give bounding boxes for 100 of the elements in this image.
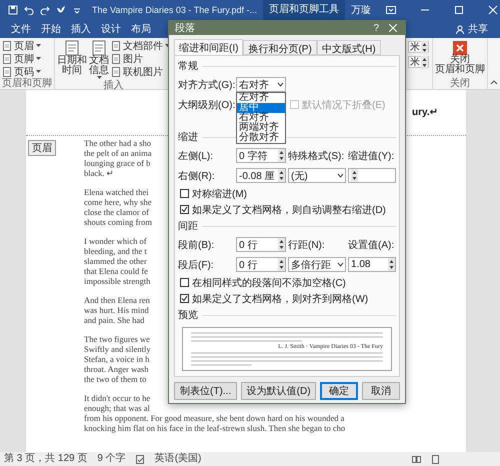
text-line: impossible strength (84, 276, 150, 286)
text-line: knocking him flat on his face in the leaf-strewn slush. Then she began to cho (84, 423, 346, 433)
ribbon-tab[interactable]: 设计 (96, 22, 126, 36)
spin-field[interactable]: 1.08 (348, 257, 396, 272)
spin-arrows-icon (388, 258, 395, 271)
text-line: I wonder which of (84, 236, 147, 246)
field-label: 大纲级别(O): (178, 98, 234, 112)
dialog-button[interactable]: 设为默认值(D) (240, 382, 316, 400)
text-line: slammed the other (84, 256, 147, 266)
field-label: 特殊格式(S): (288, 150, 346, 162)
ribbon-button[interactable]: 日期和时间 (57, 40, 87, 76)
spin-arrows-icon (278, 258, 285, 271)
ribbon-options-icon[interactable] (386, 5, 396, 15)
dialog-button[interactable]: 制表位(T)... (174, 382, 237, 400)
ribbon-button[interactable]: 页码 (2, 66, 41, 78)
dialog-button[interactable]: 确定 (320, 382, 358, 400)
group-label: 页眉和页脚 (2, 78, 52, 89)
page-icon (111, 41, 121, 51)
section-heading: 预览 (178, 309, 198, 322)
spin-field[interactable]: -0.08 厘 (236, 168, 286, 183)
text-line: Swiftly and silently (84, 344, 151, 354)
collapse-ribbon-icon[interactable] (490, 79, 498, 85)
save-icon[interactable] (8, 5, 18, 15)
print-layout-icon[interactable] (431, 454, 440, 464)
page-icon (111, 67, 121, 77)
help-button[interactable]: ? (363, 22, 389, 34)
dialog-title: 段落 (175, 22, 195, 35)
ribbon-button[interactable]: 联机图片 (111, 66, 170, 78)
spin-arrows-icon (351, 169, 358, 182)
ribbon-tab[interactable]: 文件 (6, 22, 36, 36)
text-line: Stefan, a voice in h (84, 354, 150, 364)
ribbon-tab[interactable]: 插入 (66, 22, 96, 36)
dialog-tab[interactable]: 中文版式(H) (316, 40, 381, 55)
ribbon-button[interactable]: 文档信息 (89, 40, 109, 80)
redo-icon[interactable] (40, 5, 50, 15)
field-label: 缩进值(Y): (348, 150, 396, 162)
text-line: lounging grace of b (84, 158, 150, 168)
dialog-tab[interactable]: 换行和分页(P) (243, 40, 317, 55)
text-line: It didn't occur to he (84, 393, 150, 403)
page-icon (111, 54, 121, 64)
section-heading: 缩进 (178, 130, 198, 144)
bird-icon[interactable] (56, 5, 66, 15)
spin-arrows-icon (278, 238, 285, 251)
ribbon-button[interactable]: 页脚 (2, 53, 41, 65)
spin-field[interactable]: 0 字符 (236, 148, 286, 163)
dialog-button[interactable]: 取消 (362, 382, 400, 400)
field-label: 对齐方式(G): (178, 78, 234, 92)
spin-field[interactable]: 米 (408, 41, 429, 53)
text-line: Elena watched thei (84, 187, 149, 197)
restore-icon[interactable] (454, 5, 464, 15)
text-line: shouts coming from (84, 217, 152, 227)
close-header-footer-button[interactable]: 关闭 页眉和页脚 (435, 40, 485, 75)
checkbox-label: 如果定义了文档网格，则自动调整右缩进(D) (192, 204, 386, 216)
checkbox-label: 在相同样式的段落间不添加空格(C) (192, 276, 346, 290)
close-icon[interactable] (488, 5, 498, 15)
checkbox[interactable] (180, 189, 189, 198)
spin-field[interactable]: 0 行 (236, 237, 286, 252)
spin-field[interactable]: 0 行 (236, 257, 286, 272)
section-heading: 常规 (178, 60, 198, 73)
proofing-icon[interactable] (136, 454, 145, 464)
field-label: 右侧(R): (178, 170, 216, 182)
close-icon (453, 41, 467, 55)
checkbox[interactable] (180, 294, 189, 303)
field-label: 段前(B): (178, 238, 216, 252)
close-icon[interactable] (389, 24, 397, 32)
spin-field[interactable]: 米 (408, 56, 429, 68)
section-heading: 间距 (178, 220, 198, 233)
dialog-tab[interactable]: 缩进和间距(I) (174, 39, 244, 56)
checkbox-label: 默认情况下折叠(E) (302, 98, 386, 112)
dropdown-field[interactable]: (无) (288, 168, 346, 183)
field-label: 设置值(A): (348, 238, 396, 252)
dropdown-field[interactable]: 右对齐 (236, 77, 286, 92)
text-line: enough; that was al (84, 403, 150, 413)
checkbox-label: 如果定义了文档网格，则对齐到网格(W) (192, 292, 368, 306)
text-line: The other had a sho (84, 138, 152, 148)
group-label: 关闭 (449, 78, 471, 89)
text-line: The two figures we (84, 334, 150, 344)
share-button[interactable]: 共享 (450, 21, 494, 37)
header-tag: 页眉 (28, 140, 56, 156)
context-tab-title: 页眉和页脚工具 (263, 0, 346, 20)
ribbon-button[interactable]: 文档部件 (111, 40, 170, 52)
ribbon-tab[interactable]: 开始 (36, 22, 66, 36)
text-line: that Elena could fe (84, 266, 148, 276)
checkbox[interactable] (180, 278, 189, 287)
field-label: 行距(N): (288, 238, 326, 252)
checkbox[interactable] (180, 205, 189, 214)
language: 英语(美国) (154, 453, 202, 465)
read-mode-icon[interactable] (412, 454, 421, 464)
spin-arrows-icon (421, 56, 428, 68)
ribbon-button[interactable]: 图片 (111, 53, 170, 65)
undo-icon[interactable] (24, 5, 34, 15)
spin-arrows-icon (421, 40, 428, 54)
text-line: the two of them to (84, 374, 146, 384)
text-line: from his opponent. For good measure, she bent down hard on his wounded a (84, 413, 344, 423)
spin-arrows-icon (278, 169, 285, 182)
ribbon-button[interactable]: 页眉 (2, 40, 41, 52)
spin-field[interactable] (348, 168, 396, 183)
ribbon-tab[interactable]: 布局 (126, 22, 156, 36)
user-name: 万璇 (351, 4, 372, 17)
dropdown-field[interactable]: 多倍行距 (288, 257, 346, 272)
